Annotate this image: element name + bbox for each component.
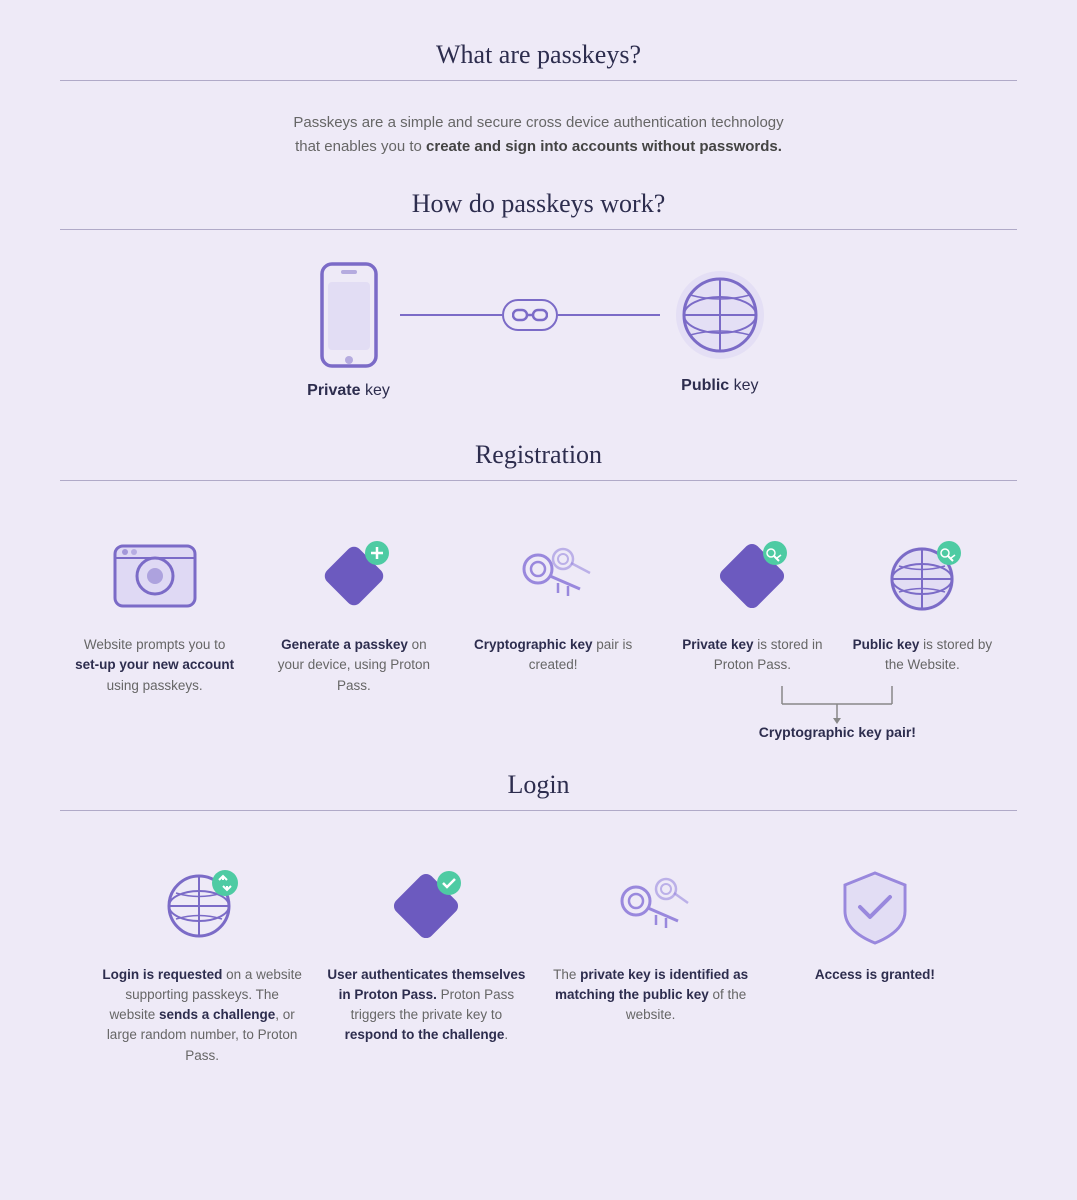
reg-step-2: Generate a passkey on your device, using… bbox=[274, 531, 434, 696]
user-auth-icon bbox=[381, 861, 471, 951]
login-step-2-text: User authenticates themselves in Proton … bbox=[326, 965, 526, 1046]
reg-step-5-text: Public key is stored by the Website. bbox=[842, 635, 1002, 676]
reg-step-1-text: Website prompts you to set-up your new a… bbox=[75, 635, 235, 696]
key-match-icon bbox=[606, 861, 696, 951]
generate-passkey-icon bbox=[309, 531, 399, 621]
login-step-1-text: Login is requested on a website supporti… bbox=[102, 965, 302, 1066]
key-pair-bracket: Cryptographic key pair! bbox=[727, 684, 947, 740]
public-key-label: Public key bbox=[681, 377, 758, 395]
how-divider bbox=[60, 229, 1017, 230]
reg-step-3-text: Cryptographic key pair is created! bbox=[473, 635, 633, 676]
line-left bbox=[400, 314, 502, 316]
step4-bold: Private key bbox=[682, 637, 753, 652]
ls4-bold: Access is granted! bbox=[815, 967, 935, 982]
phone-icon bbox=[314, 260, 384, 370]
intro-text: Passkeys are a simple and secure cross d… bbox=[60, 111, 1017, 159]
reg-step-2-text: Generate a passkey on your device, using… bbox=[274, 635, 434, 696]
private-key-label: Private key bbox=[307, 382, 390, 400]
main-title: What are passkeys? bbox=[60, 40, 1017, 70]
step2-bold: Generate a passkey bbox=[281, 637, 408, 652]
chain-icon bbox=[502, 299, 558, 331]
public-key-stored-icon bbox=[877, 531, 967, 621]
login-step-4: Access is granted! bbox=[775, 861, 975, 985]
login-request-icon bbox=[157, 861, 247, 951]
key-pair-label: Cryptographic key pair! bbox=[759, 724, 916, 740]
private-key-label-bold: Private bbox=[307, 382, 360, 399]
public-key-label-rest: key bbox=[729, 377, 758, 394]
title-divider bbox=[60, 80, 1017, 81]
login-step-3: The private key is identified as matchin… bbox=[551, 861, 751, 1026]
how-title: How do passkeys work? bbox=[60, 189, 1017, 219]
ls1-bold1: Login is requested bbox=[102, 967, 222, 982]
step3-bold: Cryptographic key bbox=[474, 637, 593, 652]
key-diagram: Private key bbox=[60, 260, 1017, 400]
login-steps: Login is requested on a website supporti… bbox=[60, 841, 1017, 1096]
intro-bold: create and sign into accounts without pa… bbox=[426, 138, 782, 155]
reg-step-4: Private key is stored in Proton Pass. bbox=[672, 531, 832, 676]
ls2-bold2: respond to the challenge bbox=[345, 1027, 505, 1042]
login-step-4-text: Access is granted! bbox=[815, 965, 935, 985]
ls1-bold2: sends a challenge bbox=[159, 1007, 275, 1022]
step1-after: using passkeys. bbox=[107, 678, 203, 693]
step5-bold: Public key bbox=[853, 637, 920, 652]
bracket-svg bbox=[727, 684, 947, 724]
connector-line bbox=[400, 299, 660, 331]
reg-step-3: Cryptographic key pair is created! bbox=[473, 531, 633, 676]
login-divider bbox=[60, 810, 1017, 811]
login-title: Login bbox=[60, 770, 1017, 800]
reg-divider bbox=[60, 480, 1017, 481]
globe-icon bbox=[670, 265, 770, 365]
reg-step-5: Public key is stored by the Website. bbox=[842, 531, 1002, 676]
ls2-after: . bbox=[504, 1027, 508, 1042]
line-right bbox=[558, 314, 660, 316]
login-step-2: User authenticates themselves in Proton … bbox=[326, 861, 526, 1046]
public-key-label-bold: Public bbox=[681, 377, 729, 394]
website-prompt-icon bbox=[110, 531, 200, 621]
public-key-item: Public key bbox=[670, 265, 770, 395]
step1-plain: Website prompts you to bbox=[84, 637, 226, 652]
access-granted-icon bbox=[830, 861, 920, 951]
page: What are passkeys? Passkeys are a simple… bbox=[0, 0, 1077, 1136]
registration-steps: Website prompts you to set-up your new a… bbox=[60, 511, 1017, 770]
ls3-plain: The bbox=[553, 967, 580, 982]
private-key-stored-icon bbox=[707, 531, 797, 621]
reg-step-1: Website prompts you to set-up your new a… bbox=[75, 531, 235, 696]
step1-bold: set-up your new account bbox=[75, 657, 234, 672]
login-step-1: Login is requested on a website supporti… bbox=[102, 861, 302, 1066]
reg-step-4-text: Private key is stored in Proton Pass. bbox=[672, 635, 832, 676]
private-key-label-rest: key bbox=[361, 382, 390, 399]
registration-title: Registration bbox=[60, 440, 1017, 470]
login-step-3-text: The private key is identified as matchin… bbox=[551, 965, 751, 1026]
private-key-item: Private key bbox=[307, 260, 390, 400]
crypto-key-icon bbox=[508, 531, 598, 621]
